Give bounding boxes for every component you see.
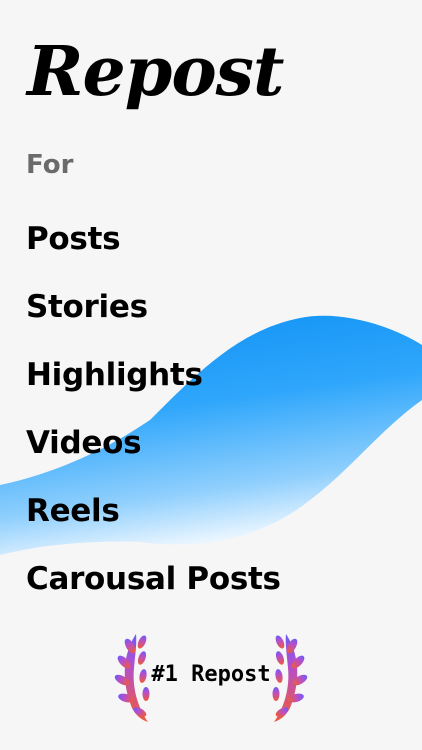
feature-item-reels: Reels <box>26 493 120 529</box>
for-label: For <box>26 150 74 180</box>
feature-item-posts: Posts <box>26 221 121 257</box>
badge-label: #1 Repost <box>151 662 271 687</box>
feature-item-highlights: Highlights <box>26 357 203 393</box>
feature-item-stories: Stories <box>26 289 148 325</box>
app-title: Repost <box>27 32 284 112</box>
feature-item-videos: Videos <box>26 425 142 461</box>
award-badge: #1 Repost <box>110 628 312 724</box>
feature-item-carousal-posts: Carousal Posts <box>26 561 281 597</box>
